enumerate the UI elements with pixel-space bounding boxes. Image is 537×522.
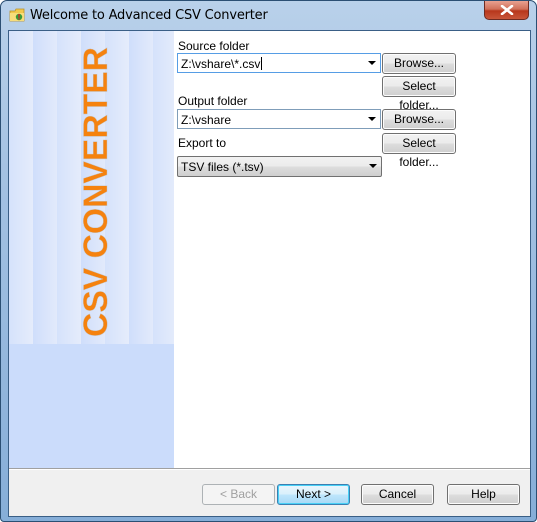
export-format-select[interactable]: TSV files (*.tsv) xyxy=(177,156,382,177)
banner-panel: CSV CONVERTER xyxy=(9,31,174,468)
client-area: CSV CONVERTER Source folder Z:\vshare\*.… xyxy=(8,30,531,517)
output-select-folder-button[interactable]: Select folder... xyxy=(382,133,456,169)
export-to-label: Export to xyxy=(178,136,227,150)
cancel-button[interactable]: Cancel xyxy=(361,484,434,505)
help-button[interactable]: Help xyxy=(447,484,520,505)
source-folder-label: Source folder xyxy=(178,39,250,53)
source-browse-button[interactable]: Browse... xyxy=(382,53,456,74)
source-folder-combo[interactable]: Z:\vshare\*.csv xyxy=(177,53,381,73)
close-icon xyxy=(500,5,514,15)
text-caret xyxy=(261,57,263,70)
output-folder-label: Output folder xyxy=(178,94,248,108)
footer-separator-highlight xyxy=(9,469,530,470)
window-title: Welcome to Advanced CSV Converter xyxy=(30,8,268,23)
output-folder-combo[interactable]: Z:\vshare xyxy=(177,109,381,129)
source-folder-value: Z:\vshare\*.csv xyxy=(181,57,261,71)
form-panel: Source folder Z:\vshare\*.csv Browse... … xyxy=(174,31,530,468)
export-format-value: TSV files (*.tsv) xyxy=(181,160,264,174)
banner-title: CSV CONVERTER xyxy=(79,47,115,337)
back-button[interactable]: < Back xyxy=(202,484,275,505)
close-button[interactable] xyxy=(484,1,529,20)
chevron-down-icon[interactable] xyxy=(368,117,376,121)
source-select-folder-button[interactable]: Select folder... xyxy=(382,76,456,112)
output-folder-value: Z:\vshare xyxy=(181,113,232,127)
folder-app-icon xyxy=(9,8,25,22)
next-button[interactable]: Next > xyxy=(277,484,350,505)
banner-title-text: CSV CONVERTER xyxy=(79,47,115,337)
chevron-down-icon[interactable] xyxy=(369,164,377,168)
wizard-window: Welcome to Advanced CSV Converter CSV CO… xyxy=(0,0,537,522)
chevron-down-icon[interactable] xyxy=(368,61,376,65)
title-bar[interactable]: Welcome to Advanced CSV Converter xyxy=(1,1,536,31)
output-browse-button[interactable]: Browse... xyxy=(382,109,456,130)
